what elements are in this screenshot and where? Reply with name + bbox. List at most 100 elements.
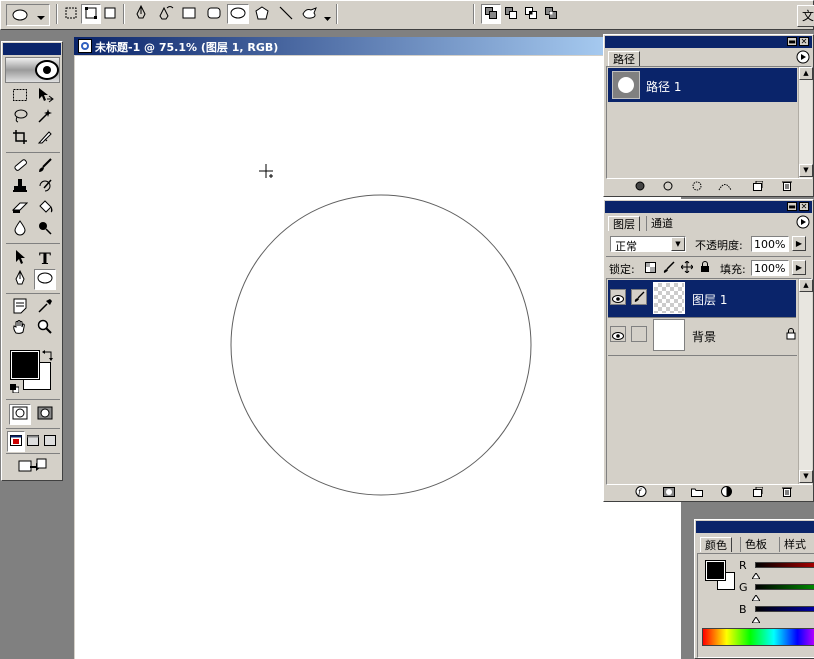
layer-visibility-toggle[interactable]	[610, 289, 626, 305]
dodge-tool[interactable]	[34, 219, 56, 240]
lock-transparency-icon[interactable]	[645, 262, 656, 276]
minimize-button[interactable]: ▬	[787, 202, 797, 211]
path-selection-tool[interactable]	[9, 248, 31, 269]
slider-thumb-icon[interactable]	[751, 613, 761, 626]
palette-well-button[interactable]: 文	[797, 5, 814, 27]
document-title-bar[interactable]: 未标题-1 @ 75.1% (图层 1, RGB)	[74, 37, 606, 55]
move-tool[interactable]	[34, 86, 56, 107]
adobe-online-banner[interactable]	[5, 57, 60, 83]
marquee-tool[interactable]	[9, 86, 31, 107]
paths-button[interactable]	[81, 4, 101, 24]
ellipse-path[interactable]	[229, 193, 533, 497]
canvas[interactable]	[75, 56, 681, 659]
subtract-area-button[interactable]	[501, 4, 521, 24]
close-button[interactable]: ✕	[799, 37, 809, 46]
tab-color[interactable]: 颜色	[700, 537, 732, 552]
intersect-area-button[interactable]	[521, 4, 541, 24]
foreground-color-swatch[interactable]	[705, 560, 726, 581]
shape-layers-button[interactable]	[61, 4, 81, 24]
layer-link-toggle[interactable]	[631, 326, 647, 342]
fill-slider-button[interactable]: ▶	[792, 260, 806, 275]
panel-menu-arrow-icon[interactable]	[796, 215, 810, 232]
delete-path-button[interactable]	[780, 181, 794, 193]
layer-row[interactable]: 图层 1	[608, 280, 796, 317]
new-set-button[interactable]	[690, 487, 704, 499]
scroll-up-button[interactable]: ▲	[799, 67, 813, 80]
opacity-input[interactable]: 100%	[751, 236, 789, 252]
add-mask-button[interactable]	[662, 486, 676, 499]
ellipse-shape-tool[interactable]	[34, 269, 56, 290]
freeform-pen-button[interactable]	[156, 4, 176, 24]
custom-shape-tool-button[interactable]	[299, 4, 321, 24]
healing-brush-tool[interactable]	[9, 156, 31, 177]
toolbox-title-bar[interactable]	[3, 43, 61, 55]
dropdown-arrow-icon[interactable]	[324, 12, 331, 25]
tab-channels[interactable]: 通道	[646, 216, 677, 231]
dropdown-arrow-icon[interactable]	[37, 12, 45, 25]
slice-tool[interactable]	[34, 128, 56, 149]
lasso-tool[interactable]	[9, 107, 31, 128]
delete-layer-button[interactable]	[780, 487, 794, 499]
eyedropper-tool[interactable]	[34, 297, 56, 318]
path-item[interactable]: 路径 1	[608, 68, 797, 102]
history-brush-tool[interactable]	[34, 177, 56, 198]
exclude-area-button[interactable]	[541, 4, 561, 24]
layers-panel-titlebar[interactable]: ▬ ✕	[605, 201, 812, 213]
line-tool-button[interactable]	[276, 4, 296, 24]
paths-panel-titlebar[interactable]: ▬ ✕	[605, 36, 812, 48]
b-slider[interactable]	[755, 606, 814, 612]
pen-tool[interactable]	[9, 269, 31, 290]
lock-image-icon[interactable]	[663, 261, 675, 276]
fill-pixels-button[interactable]	[100, 4, 120, 24]
minimize-button[interactable]: ▬	[787, 37, 797, 46]
hand-tool[interactable]	[9, 318, 31, 339]
standard-screen-mode-button[interactable]	[7, 431, 25, 452]
layer-row[interactable]: 背景	[608, 317, 796, 354]
layer-visibility-toggle[interactable]	[610, 326, 626, 342]
layer-style-button[interactable]: f	[634, 486, 648, 499]
full-screen-menu-button[interactable]	[24, 431, 42, 452]
full-screen-button[interactable]	[41, 431, 59, 452]
panel-menu-arrow-icon[interactable]	[796, 50, 810, 67]
clone-stamp-tool[interactable]	[9, 177, 31, 198]
fill-path-button[interactable]	[633, 181, 647, 193]
r-slider[interactable]	[755, 562, 814, 568]
close-button[interactable]: ✕	[799, 202, 809, 211]
opacity-slider-button[interactable]: ▶	[792, 236, 806, 251]
blur-tool[interactable]	[9, 219, 31, 240]
tab-paths[interactable]: 路径	[608, 51, 640, 66]
default-colors-icon[interactable]	[10, 383, 20, 396]
ellipse-tool-button[interactable]	[227, 4, 249, 24]
eraser-tool[interactable]	[9, 198, 31, 219]
load-selection-button[interactable]	[690, 181, 704, 193]
fill-input[interactable]: 100%	[751, 260, 789, 276]
type-tool[interactable]: T	[34, 248, 56, 269]
scroll-up-button[interactable]: ▲	[799, 279, 813, 292]
notes-tool[interactable]	[9, 297, 31, 318]
color-ramp[interactable]	[702, 628, 814, 646]
paint-bucket-tool[interactable]	[34, 198, 56, 219]
layers-scrollbar[interactable]: ▲ ▼	[798, 279, 813, 484]
quick-mask-button[interactable]	[34, 404, 56, 425]
add-to-area-button[interactable]	[481, 4, 501, 24]
pen-tool-button[interactable]	[131, 4, 151, 24]
crop-tool[interactable]	[9, 128, 31, 149]
color-panel-titlebar[interactable]	[696, 521, 814, 533]
rounded-rectangle-tool-button[interactable]	[204, 4, 224, 24]
lock-position-icon[interactable]	[680, 260, 694, 276]
paths-scrollbar[interactable]: ▲ ▼	[798, 67, 813, 178]
layer-link-toggle[interactable]	[631, 289, 647, 305]
tool-preset-picker[interactable]	[6, 4, 50, 26]
tab-styles[interactable]: 样式	[779, 537, 810, 552]
scroll-down-button[interactable]: ▼	[799, 470, 813, 483]
swap-colors-icon[interactable]	[42, 349, 54, 364]
adjustment-layer-button[interactable]	[719, 486, 733, 499]
dropdown-arrow-icon[interactable]: ▼	[671, 237, 685, 251]
stroke-path-button[interactable]	[661, 181, 675, 193]
blend-mode-select[interactable]: 正常 ▼	[610, 236, 686, 253]
slider-thumb-icon[interactable]	[751, 569, 761, 582]
new-layer-button[interactable]	[751, 486, 765, 499]
magic-wand-tool[interactable]	[34, 107, 56, 128]
make-work-path-button[interactable]	[718, 181, 732, 193]
standard-mode-button[interactable]	[9, 404, 31, 425]
